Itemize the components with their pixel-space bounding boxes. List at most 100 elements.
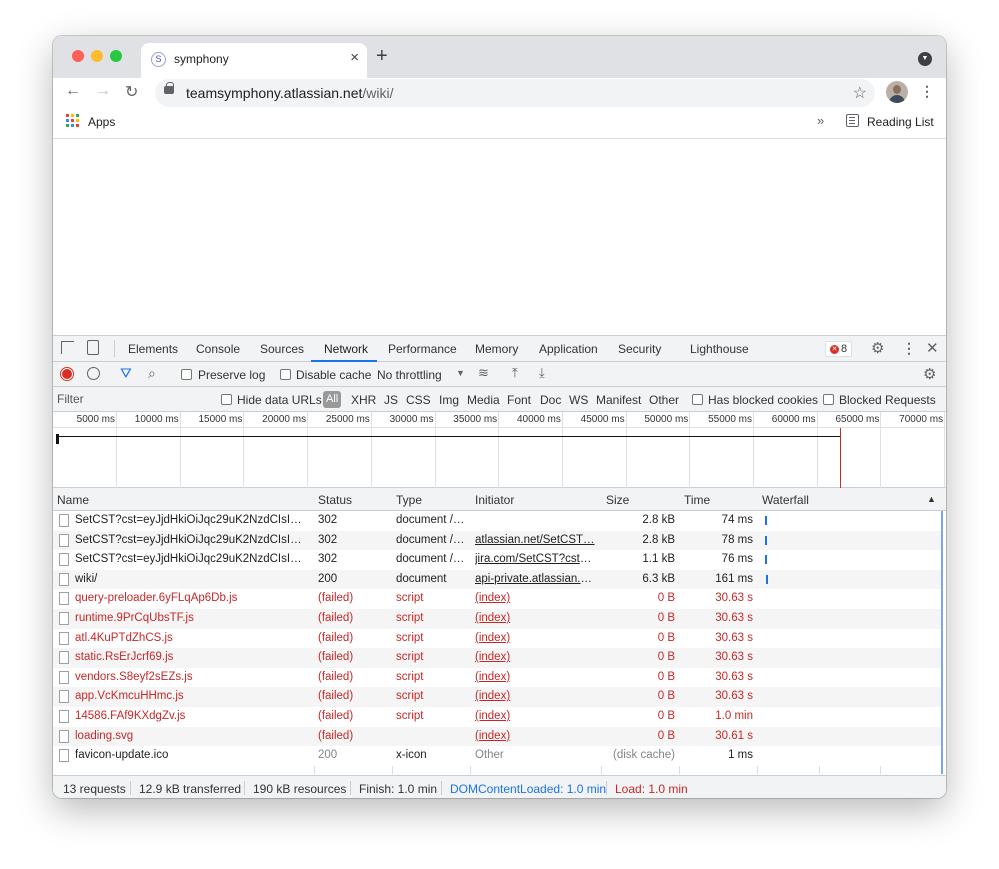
column-waterfall[interactable]: Waterfall: [762, 493, 809, 507]
sort-ascending-icon[interactable]: ▲: [927, 494, 936, 504]
tab-search-icon[interactable]: ▼: [918, 52, 932, 66]
type-filter-img[interactable]: Img: [439, 393, 459, 407]
column-initiator[interactable]: Initiator: [475, 493, 514, 507]
url-text[interactable]: teamsymphony.atlassian.net/wiki/: [186, 85, 394, 101]
tab-network[interactable]: Network: [324, 342, 368, 356]
disable-cache-checkbox[interactable]: [280, 369, 291, 380]
request-initiator[interactable]: (index): [475, 671, 597, 683]
request-row[interactable]: wiki/200 document api-private.atlassian.c……: [53, 569, 941, 590]
request-row[interactable]: static.RsErJcrf69.js (failed) script (index…: [53, 648, 941, 668]
minimize-window-button[interactable]: [91, 50, 103, 62]
filter-icon[interactable]: ⛛: [120, 365, 132, 382]
column-size[interactable]: Size: [606, 493, 629, 507]
has-blocked-cookies-checkbox[interactable]: [692, 394, 703, 405]
request-initiator[interactable]: (index): [475, 651, 597, 663]
clear-icon[interactable]: [87, 367, 100, 380]
request-row[interactable]: favicon-update.ico 200 x-icon Other (disk ca…: [53, 746, 941, 766]
close-devtools-icon[interactable]: ✕: [926, 339, 939, 357]
column-type[interactable]: Type: [396, 493, 422, 507]
request-row[interactable]: query-preloader.6yFLqAp6Db.js (failed) scr…: [53, 589, 941, 609]
column-time[interactable]: Time: [684, 493, 710, 507]
file-icon: [59, 592, 69, 606]
network-conditions-icon[interactable]: ≋: [478, 365, 489, 381]
type-filter-css[interactable]: CSS: [406, 393, 431, 407]
type-filter-doc[interactable]: Doc: [540, 393, 561, 407]
scrollbar[interactable]: [941, 511, 943, 774]
request-initiator[interactable]: (index): [475, 710, 597, 722]
device-toolbar-icon[interactable]: [87, 340, 99, 355]
network-settings-icon[interactable]: ⚙: [923, 365, 936, 383]
type-filter-xhr[interactable]: XHR: [351, 393, 376, 407]
request-initiator[interactable]: (index): [475, 632, 597, 644]
request-row[interactable]: SetCST?cst=eyJjdHkiOiJqc29uK2NzdCIsIm… 30…: [53, 550, 941, 570]
request-initiator[interactable]: api-private.atlassian.c…: [475, 573, 597, 585]
request-row[interactable]: atl.4KuPTdZhCS.js (failed) script (index) 0 …: [53, 628, 941, 649]
request-row[interactable]: 14586.FAf9KXdgZv.js (failed) script (index)…: [53, 707, 941, 727]
request-row[interactable]: vendors.S8eyf2sEZs.js (failed) script (inde…: [53, 667, 941, 688]
type-filter-all[interactable]: All: [323, 391, 342, 408]
close-window-button[interactable]: [72, 50, 84, 62]
type-filter-other[interactable]: Other: [649, 393, 679, 407]
timeline-overview[interactable]: 5000 ms 10000 ms 15000 ms 20000 ms 25000 ms 3…: [53, 412, 946, 488]
request-row[interactable]: loading.svg (failed) (index) 0 B 30.61 s: [53, 726, 941, 747]
browser-tab[interactable]: S symphony ×: [141, 43, 367, 78]
zoom-window-button[interactable]: [110, 50, 122, 62]
inspect-element-icon[interactable]: [61, 341, 74, 354]
throttling-select[interactable]: No throttling: [377, 368, 442, 382]
reload-icon[interactable]: ↻: [125, 82, 138, 102]
devtools-menu-icon[interactable]: ⋮: [902, 340, 916, 357]
tab-sources[interactable]: Sources: [260, 342, 304, 356]
hide-data-urls-checkbox[interactable]: [221, 394, 232, 405]
bookmarks-overflow-icon[interactable]: »: [817, 113, 824, 128]
close-tab-icon[interactable]: ×: [350, 49, 359, 66]
tab-memory[interactable]: Memory: [475, 342, 518, 356]
tab-console[interactable]: Console: [196, 342, 240, 356]
bookmark-star-icon[interactable]: ☆: [853, 83, 867, 103]
request-initiator[interactable]: (index): [475, 612, 597, 624]
request-initiator[interactable]: atlassian.net/SetCST…: [475, 534, 597, 546]
error-count-badge[interactable]: ✕ 8: [825, 341, 853, 357]
request-row[interactable]: SetCST?cst=eyJjdHkiOiJqc29uK2NzdCIsIm… 30…: [53, 530, 941, 551]
timeline-tick-label: 25000 ms: [325, 414, 370, 425]
filter-input[interactable]: [57, 391, 217, 407]
request-row[interactable]: runtime.9PrCqUbsTF.js (failed) script (inde…: [53, 609, 941, 629]
reading-list-icon[interactable]: [846, 114, 859, 127]
apps-grid-icon[interactable]: [66, 114, 79, 127]
type-filter-ws[interactable]: WS: [569, 393, 588, 407]
chevron-down-icon[interactable]: ▼: [456, 368, 465, 378]
reading-list-button[interactable]: Reading List: [867, 115, 934, 129]
column-status[interactable]: Status: [318, 493, 352, 507]
forward-icon[interactable]: →: [95, 82, 111, 100]
tab-elements[interactable]: Elements: [128, 342, 178, 356]
browser-menu-icon[interactable]: ⋮: [920, 83, 934, 100]
request-row[interactable]: app.VcKmcuHHmc.js (failed) script (index) 0 …: [53, 687, 941, 707]
profile-avatar[interactable]: [886, 81, 908, 103]
request-size: 6.3 kB: [642, 572, 675, 585]
new-tab-button[interactable]: +: [376, 45, 388, 68]
request-initiator[interactable]: jira.com/SetCST?cst=…: [475, 553, 597, 565]
type-filter-manifest[interactable]: Manifest: [596, 393, 641, 407]
address-bar[interactable]: teamsymphony.atlassian.net/wiki/ ☆: [155, 79, 875, 107]
back-icon[interactable]: ←: [65, 82, 81, 100]
request-initiator[interactable]: (index): [475, 730, 597, 742]
export-har-icon[interactable]: ⤓: [539, 365, 545, 381]
import-har-icon[interactable]: ⤒: [512, 365, 518, 381]
column-name[interactable]: Name: [57, 493, 89, 507]
request-initiator[interactable]: (index): [475, 592, 597, 604]
settings-gear-icon[interactable]: ⚙: [871, 339, 884, 357]
request-row[interactable]: SetCST?cst=eyJjdHkiOiJqc29uK2NzdCIsIm… 30…: [53, 511, 941, 531]
tab-performance[interactable]: Performance: [388, 342, 457, 356]
tab-lighthouse[interactable]: Lighthouse: [690, 342, 749, 356]
request-initiator[interactable]: (index): [475, 690, 597, 702]
type-filter-js[interactable]: JS: [384, 393, 398, 407]
blocked-requests-checkbox[interactable]: [823, 394, 834, 405]
preserve-log-checkbox[interactable]: [181, 369, 192, 380]
request-status: 302: [318, 533, 338, 546]
tab-application[interactable]: Application: [539, 342, 598, 356]
type-filter-font[interactable]: Font: [507, 393, 531, 407]
search-icon[interactable]: ⌕: [148, 365, 156, 382]
apps-bookmark[interactable]: Apps: [88, 115, 115, 129]
type-filter-media[interactable]: Media: [467, 393, 500, 407]
tab-security[interactable]: Security: [618, 342, 661, 356]
record-button[interactable]: [61, 368, 73, 380]
